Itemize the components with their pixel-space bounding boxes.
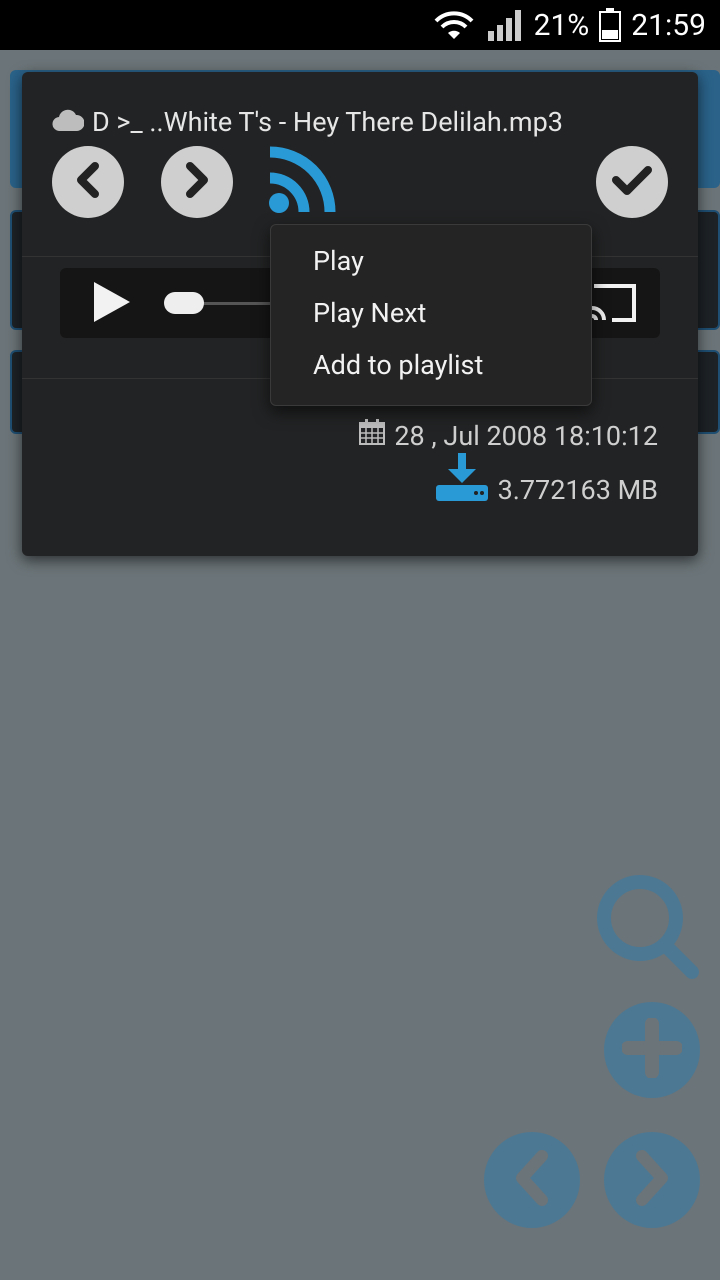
cloud-icon — [52, 106, 85, 138]
seek-thumb[interactable] — [164, 292, 204, 314]
calendar-icon — [358, 418, 386, 453]
rss-icon[interactable] — [268, 144, 338, 218]
status-bar: 21% 21:59 — [0, 0, 720, 50]
menu-item-add-to-playlist[interactable]: Add to playlist — [313, 339, 483, 391]
file-size: 3.772163 MB — [435, 453, 658, 510]
dialog-title: D >_ ..White T's - Hey There Delilah.mp3 — [52, 102, 563, 142]
previous-button[interactable] — [52, 146, 124, 218]
page-next-button[interactable] — [604, 1132, 700, 1228]
download-icon — [435, 453, 488, 510]
battery-icon — [599, 8, 622, 42]
add-button[interactable] — [604, 1002, 700, 1098]
add-icon — [621, 1017, 683, 1082]
menu-item-play-next[interactable]: Play Next — [313, 287, 426, 339]
prev-icon — [73, 162, 103, 202]
check-icon — [611, 164, 653, 200]
confirm-button[interactable] — [596, 146, 668, 218]
next-icon — [182, 162, 212, 202]
wifi-icon — [434, 9, 474, 41]
menu-item-play[interactable]: Play — [313, 235, 364, 287]
context-menu: Play Play Next Add to playlist — [270, 224, 592, 406]
chevron-left-icon — [512, 1150, 552, 1210]
chevron-right-icon — [632, 1150, 672, 1210]
clock: 21:59 — [631, 7, 706, 43]
signal-icon — [484, 7, 524, 43]
size-text: 3.772163 MB — [497, 474, 658, 506]
next-button[interactable] — [161, 146, 233, 218]
file-details-dialog: D >_ ..White T's - Hey There Delilah.mp3 — [22, 72, 698, 556]
play-icon[interactable] — [92, 280, 132, 328]
page-previous-button[interactable] — [484, 1132, 580, 1228]
cast-icon[interactable] — [588, 284, 638, 328]
file-path: D >_ ..White T's - Hey There Delilah.mp3 — [92, 106, 563, 138]
date-text: 28 , Jul 2008 18:10:12 — [394, 419, 658, 452]
file-date: 28 , Jul 2008 18:10:12 — [358, 418, 658, 453]
battery-percent: 21% — [533, 7, 590, 43]
search-icon[interactable] — [594, 872, 704, 986]
